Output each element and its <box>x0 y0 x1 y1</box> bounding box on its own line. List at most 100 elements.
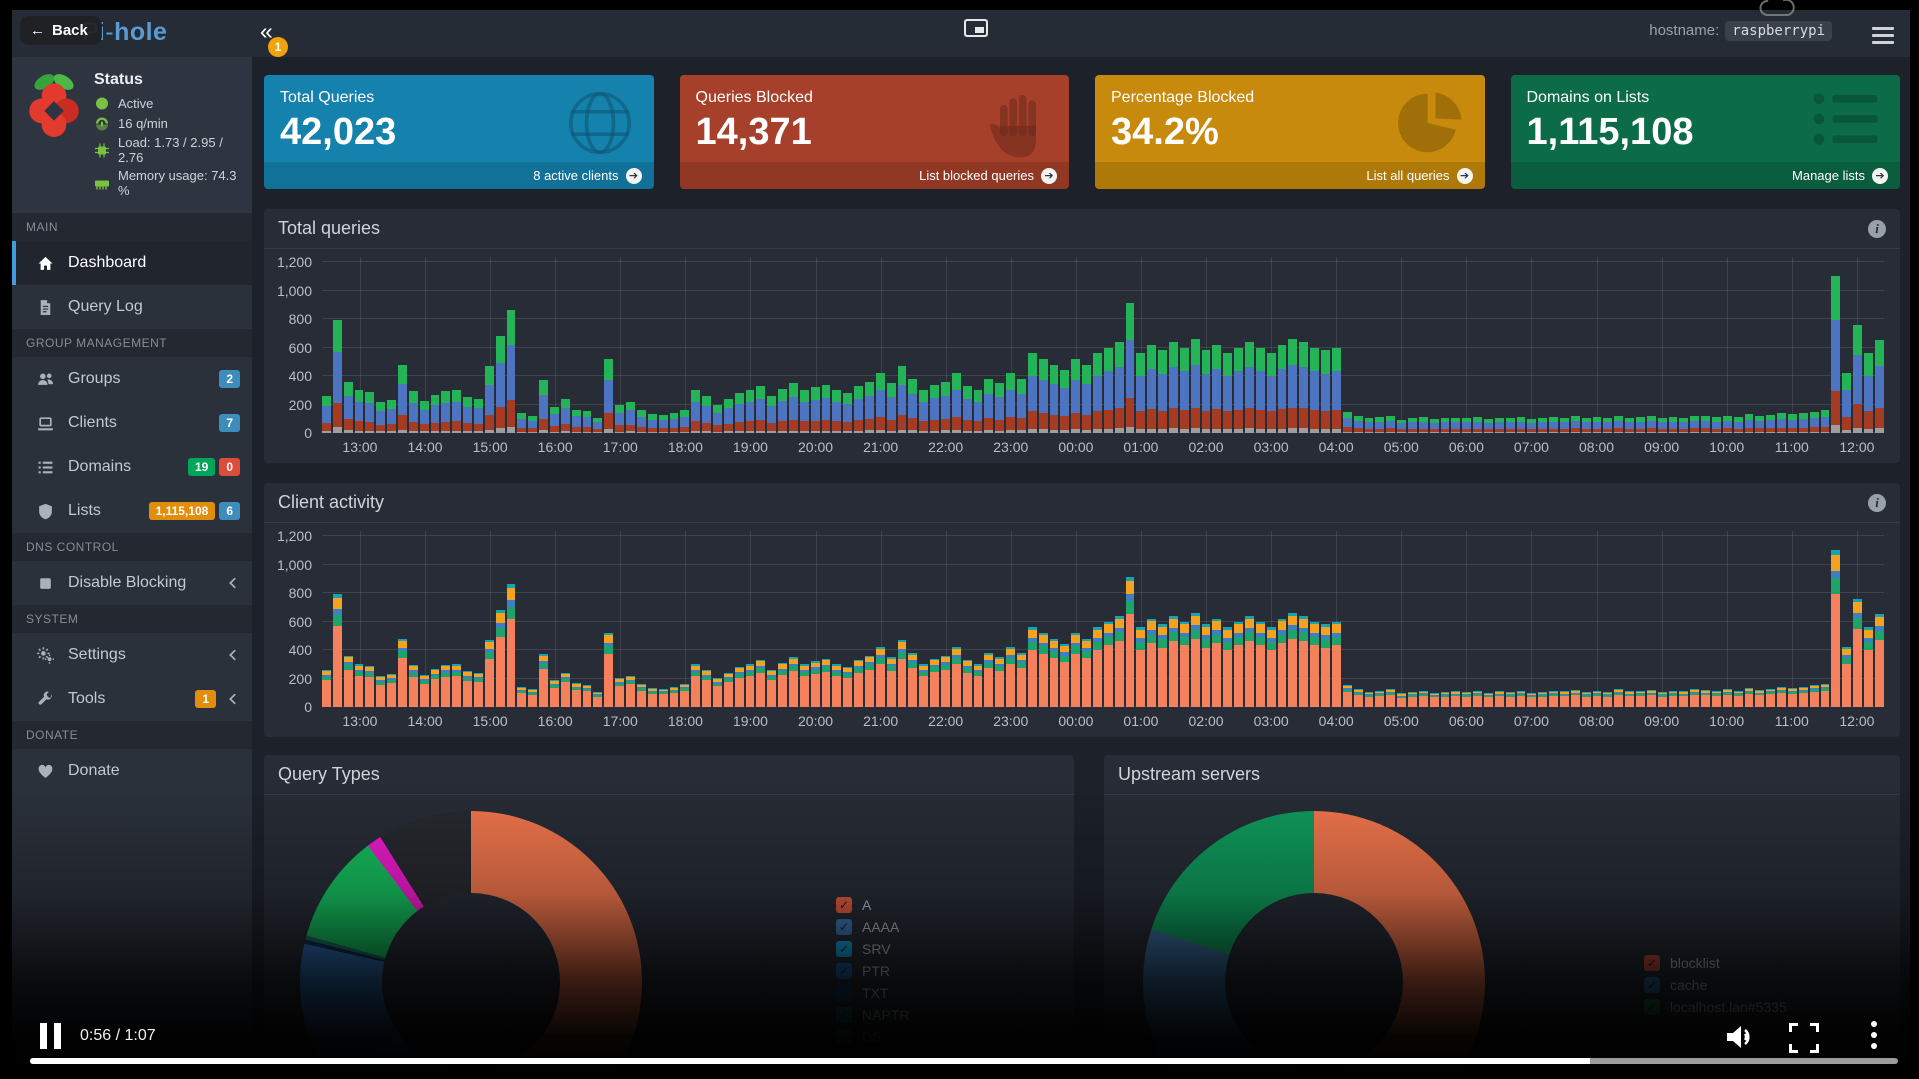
pause-button[interactable] <box>40 1023 61 1049</box>
legend-item-srv[interactable]: ✓SRV <box>836 941 920 957</box>
sidebar-item-label: Donate <box>68 762 120 780</box>
video-progress-bar[interactable] <box>30 1058 1898 1064</box>
status-row: Active <box>94 95 242 112</box>
pie-icon <box>1395 87 1467 164</box>
wrench-icon <box>37 691 55 708</box>
menu-section-header: DNS CONTROL <box>12 533 252 561</box>
legend-label: blocklist <box>1670 955 1720 971</box>
cloud-icon <box>1758 0 1796 22</box>
raspberry-logo <box>26 71 82 201</box>
info-icon[interactable]: i <box>1868 220 1886 238</box>
x-axis-tick: 20:00 <box>798 439 833 455</box>
y-axis-tick: 400 <box>289 368 322 384</box>
volume-icon[interactable] <box>1722 1021 1754 1058</box>
update-badge: 1 <box>268 37 288 57</box>
chevron-left-icon <box>226 692 240 706</box>
panel-title: Query Types <box>278 764 380 785</box>
sidebar-item-dashboard[interactable]: Dashboard <box>12 241 252 285</box>
legend-item-ptr[interactable]: ✓ PTR <box>836 963 920 979</box>
card-footer-link[interactable]: 8 active clients➔ <box>264 162 654 189</box>
sidebar-item-disable-blocking[interactable]: Disable Blocking <box>12 561 252 605</box>
summary-cards: Total Queries 42,023 8 active clients➔Qu… <box>264 75 1900 189</box>
x-axis-tick: 12:00 <box>1839 439 1874 455</box>
status-row: Load: 1.73 / 2.95 / 2.76 <box>94 135 242 165</box>
sidebar-item-label: Lists <box>68 502 101 520</box>
x-axis-tick: 00:00 <box>1058 439 1093 455</box>
x-axis-tick: 19:00 <box>733 439 768 455</box>
legend-label: A <box>862 897 871 913</box>
card-footer-link[interactable]: Manage lists➔ <box>1511 162 1901 189</box>
x-axis-tick: 11:00 <box>1775 439 1809 455</box>
legend-item-blocklist[interactable]: ✓blocklist <box>1644 955 1787 971</box>
x-axis-tick: 23:00 <box>993 713 1028 729</box>
sidebar-item-groups[interactable]: Groups2 <box>12 357 252 401</box>
count-badge: 1 <box>195 690 216 708</box>
client-activity-panel: Client activity i 02004006008001,0001,20… <box>264 483 1900 737</box>
card-total-queries: Total Queries 42,023 8 active clients➔ <box>264 75 654 189</box>
home-icon <box>37 255 55 272</box>
checkbox-icon: ✓ <box>836 985 852 1001</box>
x-axis-tick: 05:00 <box>1384 439 1419 455</box>
x-axis-tick: 18:00 <box>668 713 703 729</box>
legend-item-txt[interactable]: ✓TXT <box>836 985 920 1001</box>
y-axis-tick: 0 <box>304 425 322 441</box>
video-controls: 0:56 / 1:07 <box>0 1017 1919 1057</box>
picture-in-picture-icon[interactable] <box>964 19 988 42</box>
y-axis-tick: 400 <box>289 642 322 658</box>
fullscreen-icon[interactable] <box>1789 1023 1819 1053</box>
x-axis-tick: 15:00 <box>473 439 508 455</box>
globe-icon <box>564 87 636 164</box>
x-axis-tick: 21:00 <box>863 439 898 455</box>
count-badge: 2 <box>219 370 240 388</box>
legend-item-cache[interactable]: ✓cache <box>1644 977 1787 993</box>
count-badge: 6 <box>219 502 240 520</box>
checkbox-icon: ✓ <box>836 919 852 935</box>
card-footer-link[interactable]: List all queries➔ <box>1095 162 1485 189</box>
legend-item-a[interactable]: ✓A <box>836 897 920 913</box>
x-axis-tick: 10:00 <box>1709 439 1744 455</box>
sidebar-item-label: Disable Blocking <box>68 574 186 592</box>
hamburger-menu-icon[interactable] <box>1872 23 1894 48</box>
legend-label: PTR <box>862 963 890 979</box>
panel-title: Client activity <box>278 492 384 513</box>
info-icon[interactable]: i <box>1868 494 1886 512</box>
sidebar-item-lists[interactable]: Lists 1,115,1086 <box>12 489 252 533</box>
legend-item-localhost-lan-5335[interactable]: ✓localhost.lan#5335 <box>1644 999 1787 1015</box>
count-badge: 1,115,108 <box>149 502 216 520</box>
legend-label: cache <box>1670 977 1707 993</box>
y-axis-tick: 200 <box>289 671 322 687</box>
sidebar-item-domains[interactable]: Domains190 <box>12 445 252 489</box>
card-footer-link[interactable]: List blocked queries➔ <box>680 162 1070 189</box>
sidebar-item-query-log[interactable]: Query Log <box>12 285 252 329</box>
x-axis-tick: 01:00 <box>1123 713 1158 729</box>
sidebar-item-settings[interactable]: Settings <box>12 633 252 677</box>
sidebar-item-tools[interactable]: Tools1 <box>12 677 252 721</box>
status-dot-icon <box>94 95 110 112</box>
legend-item-aaaa[interactable]: ✓AAAA <box>836 919 920 935</box>
y-axis-tick: 1,200 <box>277 254 322 270</box>
arrow-circle-icon: ➔ <box>1872 168 1888 184</box>
x-axis-tick: 06:00 <box>1449 439 1484 455</box>
x-axis-tick: 07:00 <box>1514 439 1549 455</box>
chevron-left-icon <box>226 576 240 590</box>
x-axis-tick: 14:00 <box>408 439 443 455</box>
x-axis-tick: 03:00 <box>1254 713 1289 729</box>
y-axis-tick: 800 <box>289 311 322 327</box>
client-activity-chart: 02004006008001,0001,20013:0014:0015:0016… <box>322 531 1884 707</box>
x-axis-tick: 10:00 <box>1709 713 1744 729</box>
x-axis-tick: 05:00 <box>1384 713 1419 729</box>
x-axis-tick: 18:00 <box>668 439 703 455</box>
x-axis-tick: 21:00 <box>863 713 898 729</box>
more-options-icon[interactable] <box>1871 1021 1877 1049</box>
sidebar-item-clients[interactable]: Clients7 <box>12 401 252 445</box>
file-icon <box>37 299 55 316</box>
stop-icon <box>37 575 55 592</box>
shield-icon <box>37 503 55 520</box>
pihole-dashboard: Pi-hole « 1 hostname:raspberrypi Stat <box>12 10 1910 1072</box>
sidebar-item-donate[interactable]: Donate <box>12 749 252 793</box>
back-button[interactable]: ←Back <box>20 16 102 45</box>
arrow-circle-icon: ➔ <box>626 168 642 184</box>
checkbox-icon: ✓ <box>836 963 852 979</box>
top-bar: Pi-hole « 1 hostname:raspberrypi <box>12 10 1910 57</box>
chip-icon <box>94 142 110 159</box>
